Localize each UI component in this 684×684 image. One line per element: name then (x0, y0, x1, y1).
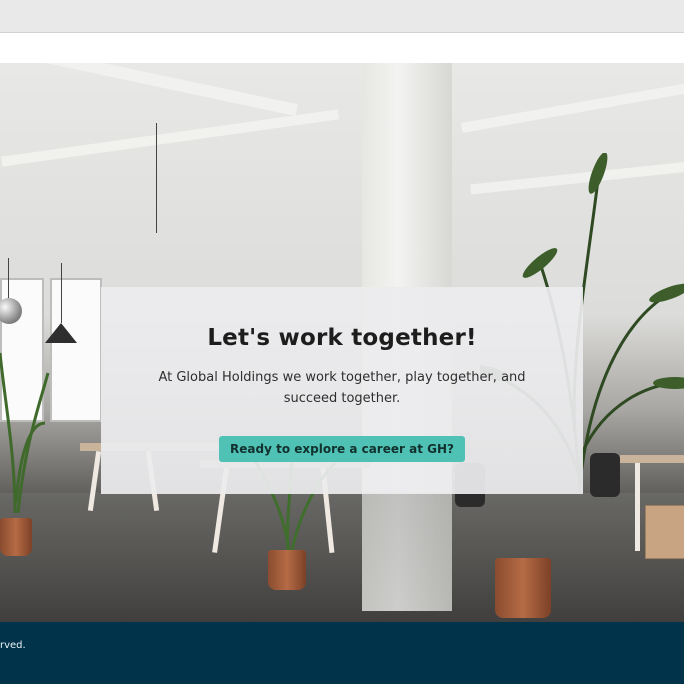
lamp-cord (156, 123, 157, 233)
copyright-text: rved. (0, 640, 26, 651)
hero-section: Let's work together! At Global Holdings … (0, 63, 684, 622)
plant-pot (495, 558, 551, 618)
ceiling-beam (2, 63, 298, 117)
cardboard-box (645, 505, 684, 559)
hero-title: Let's work together! (207, 325, 477, 351)
explore-careers-button[interactable]: Ready to explore a career at GH? (219, 436, 465, 462)
lamp-cord (61, 263, 62, 323)
plant-pot (0, 518, 32, 556)
hero-card: Let's work together! At Global Holdings … (101, 287, 583, 494)
ceiling-beam (460, 83, 684, 133)
floor (0, 493, 684, 622)
hero-description: At Global Holdings we work together, pla… (158, 370, 526, 406)
browser-top-bar (0, 0, 684, 33)
potted-plant (0, 352, 50, 513)
plant-pot (268, 550, 306, 590)
window (50, 278, 102, 422)
site-footer: rved. (0, 622, 684, 684)
ceiling-beam (0, 109, 340, 167)
lamp-cord (8, 258, 9, 298)
site-header (0, 33, 684, 63)
